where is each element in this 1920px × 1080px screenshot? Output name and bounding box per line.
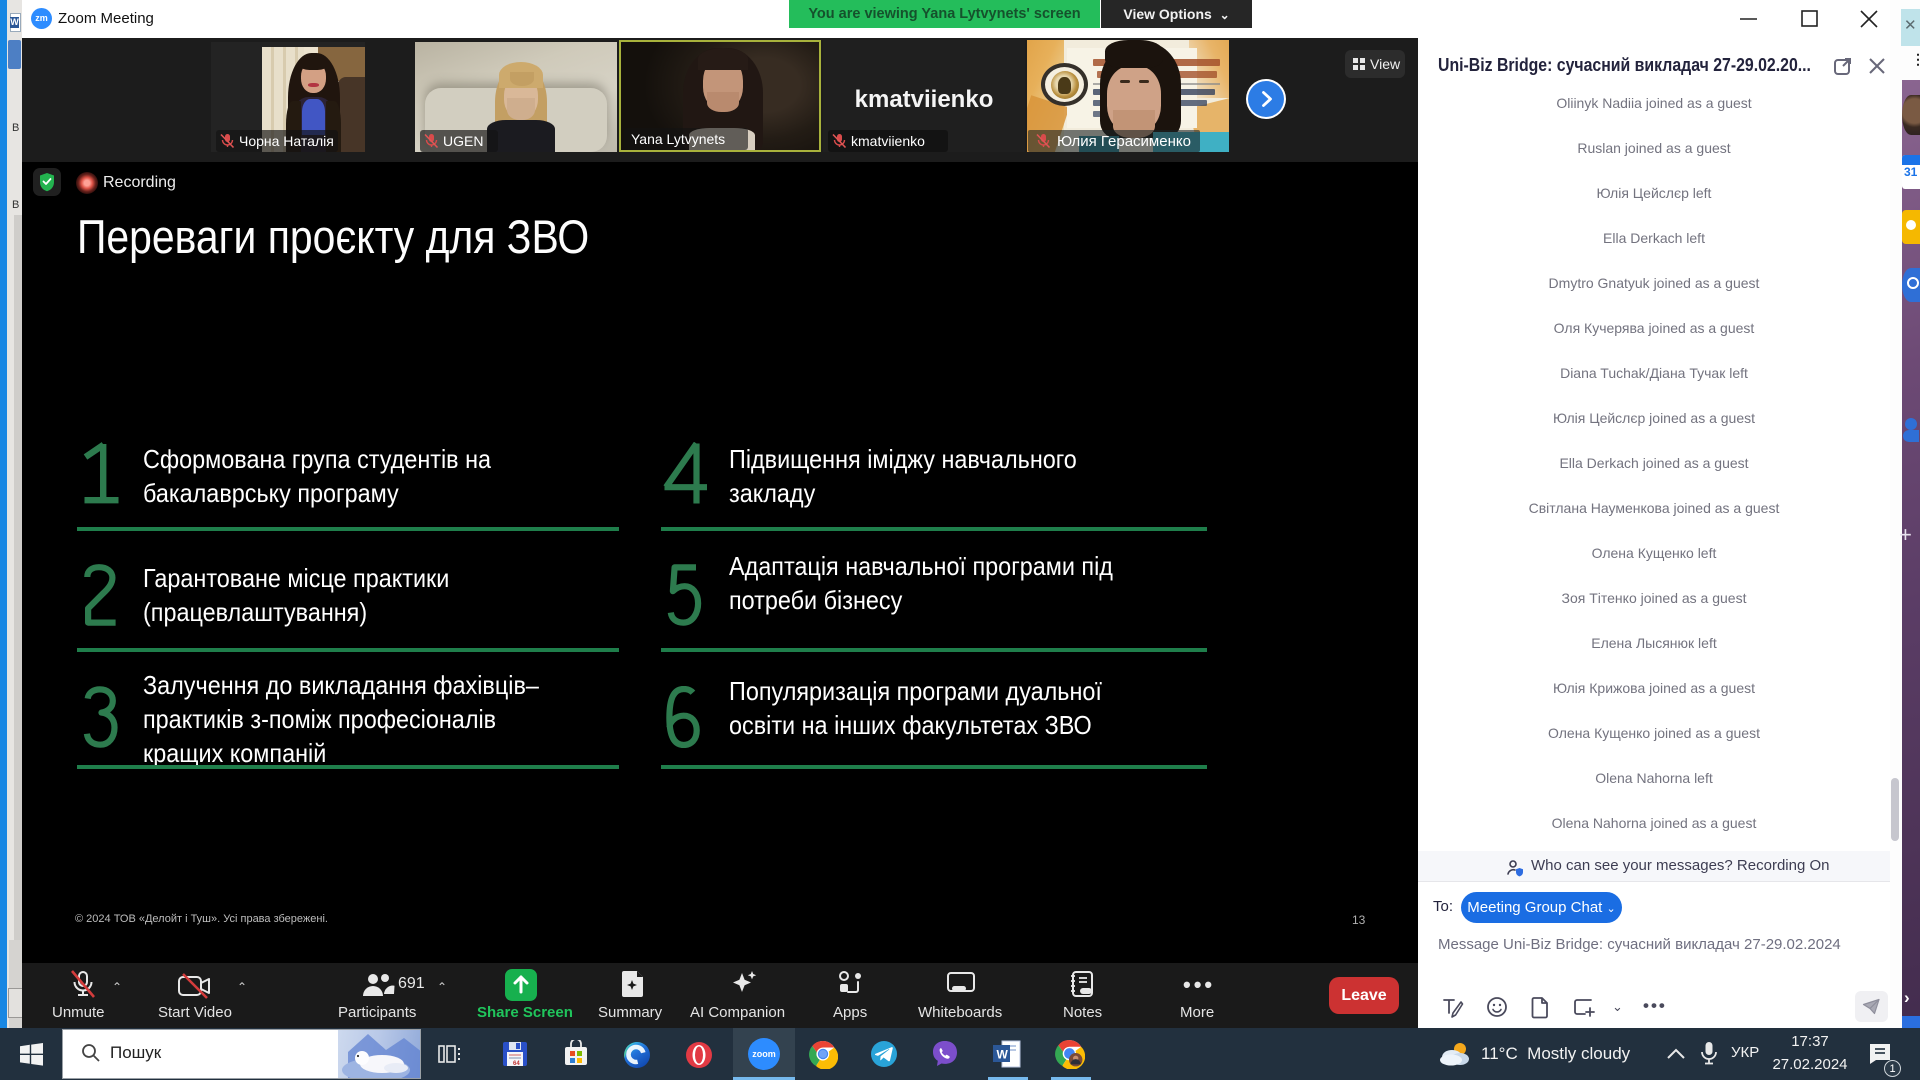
- svg-text:W: W: [997, 1048, 1009, 1062]
- svg-text:64: 64: [513, 1061, 520, 1067]
